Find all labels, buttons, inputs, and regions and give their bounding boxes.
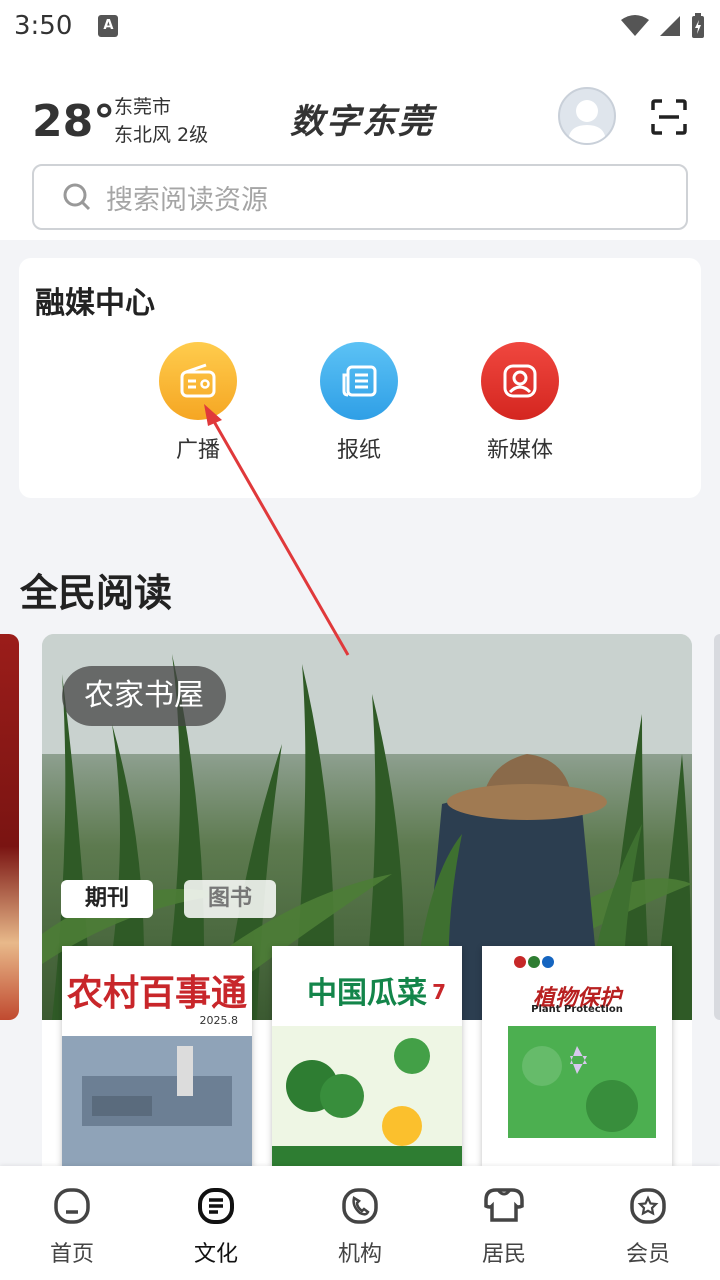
tab-label: 机构 — [337, 1242, 382, 1267]
status-time: 3:50 — [14, 11, 73, 41]
user-avatar-icon — [568, 100, 606, 143]
magazine-cover[interactable]: 植物保护 Plant Protection — [482, 946, 672, 1166]
search-placeholder: 搜索阅读资源 — [106, 184, 268, 216]
tab-member[interactable]: 会员 — [576, 1166, 720, 1280]
tab-home[interactable]: 首页 — [0, 1166, 144, 1280]
newspaper-icon — [320, 342, 398, 420]
tab-label: 文化 — [193, 1242, 238, 1267]
tab-label: 首页 — [49, 1242, 94, 1267]
wifi-icon — [621, 15, 649, 36]
banner-prev-peek[interactable] — [0, 634, 19, 1020]
media-item-new-media[interactable]: 新媒体 — [460, 342, 580, 464]
status-bar: 3:50 A — [0, 0, 720, 52]
media-label-new-media: 新媒体 — [486, 438, 553, 463]
temperature: 28° — [32, 96, 116, 147]
app-logo: 数字东莞 — [290, 102, 434, 142]
media-item-radio[interactable]: 广播 — [138, 342, 258, 464]
wind-info: 东北风 2级 — [114, 124, 209, 146]
tab-label: 居民 — [481, 1242, 526, 1267]
resident-icon — [484, 1188, 524, 1222]
banner-tag: 农家书屋 — [62, 666, 226, 726]
tab-institution[interactable]: 机构 — [288, 1166, 432, 1280]
battery-icon — [692, 13, 704, 38]
new-media-icon — [481, 342, 559, 420]
media-label-radio: 广播 — [175, 438, 220, 463]
banner-next-peek[interactable] — [714, 634, 720, 1020]
tab-culture[interactable]: 文化 — [144, 1166, 288, 1280]
status-icons — [620, 13, 706, 39]
magazine-cover-image — [508, 956, 656, 1138]
institution-icon — [342, 1188, 378, 1224]
magazine-cover[interactable]: 中国瓜菜 7 — [272, 946, 462, 1166]
magazine-cover-image — [272, 1026, 462, 1166]
magazine-cover[interactable]: 农村百事通 2025.8 — [62, 946, 252, 1166]
radio-icon — [159, 342, 237, 420]
search-icon — [63, 183, 91, 211]
signal-icon — [660, 16, 680, 36]
home-icon — [54, 1188, 90, 1224]
culture-icon — [198, 1188, 234, 1224]
tab-resident[interactable]: 居民 — [432, 1166, 576, 1280]
bottom-tab-bar: 首页 文化 机构 居民 会员 — [0, 1166, 720, 1280]
scan-icon[interactable] — [650, 98, 688, 136]
reading-section-title: 全民阅读 — [20, 571, 173, 615]
avatar[interactable] — [558, 87, 616, 145]
media-item-newspaper[interactable]: 报纸 — [299, 342, 419, 464]
app-header: 28° 东莞市 东北风 2级 数字东莞 搜索阅读资源 — [0, 52, 720, 240]
media-center-title: 融媒中心 — [35, 286, 155, 321]
member-icon — [630, 1188, 666, 1224]
media-label-newspaper: 报纸 — [336, 438, 381, 463]
magazine-cover-image — [62, 1036, 252, 1166]
tab-label: 会员 — [625, 1242, 670, 1267]
tab-periodicals[interactable]: 期刊 — [61, 880, 153, 918]
media-center-card: 融媒中心 广播 报纸 新媒体 — [19, 258, 701, 498]
city-name: 东莞市 — [114, 96, 172, 118]
search-bar[interactable]: 搜索阅读资源 — [32, 164, 688, 230]
notification-icon: A — [98, 15, 119, 37]
tab-books[interactable]: 图书 — [184, 880, 276, 918]
